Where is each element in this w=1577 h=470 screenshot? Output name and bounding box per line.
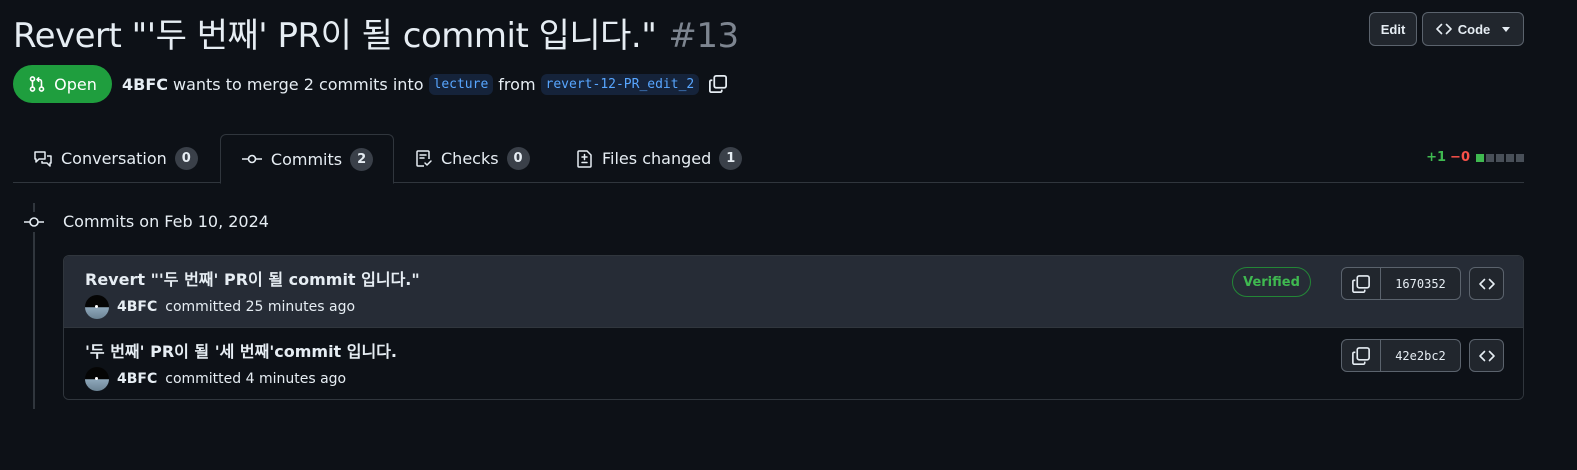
diffstat-block	[1486, 153, 1494, 162]
tab-checks-count: 0	[506, 147, 530, 170]
copy-icon	[1352, 346, 1370, 365]
base-branch[interactable]: lecture	[428, 73, 494, 95]
comment-discussion-icon	[34, 150, 52, 167]
caret-down-icon	[1502, 26, 1511, 32]
code-button[interactable]: Code	[1422, 12, 1524, 46]
code-icon	[1478, 278, 1495, 289]
tab-files-changed-label: Files changed	[602, 149, 712, 168]
tab-files-changed-count: 1	[719, 147, 743, 170]
commit-message-link[interactable]: Revert "'두 번째' PR이 될 commit 입니다."	[85, 266, 420, 290]
commit-meta: 4BFC committed 25 minutes ago	[85, 295, 355, 319]
tab-commits-count: 2	[350, 147, 374, 171]
pr-number: #13	[668, 16, 739, 56]
copy-branch-icon[interactable]	[708, 74, 728, 94]
pr-meta: 4BFC wants to merge 2 commits into lectu…	[122, 71, 728, 97]
commit-author[interactable]: 4BFC	[117, 371, 157, 387]
copy-sha-button[interactable]	[1342, 268, 1381, 299]
tab-conversation-label: Conversation	[61, 149, 167, 168]
tab-files-changed[interactable]: Files changed 1	[576, 134, 743, 183]
commit-sha-group: 42e2bc2	[1341, 339, 1461, 372]
tab-checks-label: Checks	[441, 149, 499, 168]
file-diff-icon	[577, 149, 592, 168]
commit-message-link[interactable]: '두 번째' PR이 될 '세 번째'commit 입니다.	[85, 338, 397, 362]
edit-button[interactable]: Edit	[1369, 12, 1417, 46]
code-icon	[1435, 23, 1452, 35]
avatar[interactable]	[85, 367, 109, 391]
git-pull-request-icon	[29, 76, 45, 92]
tab-checks[interactable]: Checks 0	[415, 134, 530, 183]
avatar[interactable]	[85, 295, 109, 319]
verified-badge[interactable]: Verified	[1232, 267, 1311, 297]
tab-conversation[interactable]: Conversation 0	[33, 134, 198, 183]
commit-row: '두 번째' PR이 될 '세 번째'commit 입니다. 4BFC comm…	[64, 328, 1523, 399]
pr-author-link[interactable]: 4BFC	[122, 75, 168, 94]
commit-row: Revert "'두 번째' PR이 될 commit 입니다." 4BFC c…	[64, 256, 1523, 328]
diffstat-block	[1516, 153, 1524, 162]
browse-repo-button[interactable]	[1469, 339, 1504, 372]
tab-commits[interactable]: Commits 2	[220, 134, 394, 184]
copy-icon	[1352, 274, 1370, 293]
diffstat-deletions: −0	[1450, 150, 1470, 165]
diffstat-additions: +1	[1426, 150, 1447, 165]
commits-date-heading: Commits on Feb 10, 2024	[63, 212, 269, 231]
diffstat: +1 −0	[1426, 150, 1524, 165]
pr-title: Revert "'두 번째' PR이 될 commit 입니다." #13	[13, 8, 739, 58]
pr-tabs: Conversation 0 Commits 2 Checks 0 Files …	[13, 134, 1524, 184]
pr-merge-text: wants to merge 2 commits into	[173, 74, 424, 94]
diffstat-blocks	[1476, 153, 1524, 162]
tab-conversation-count: 0	[174, 147, 198, 170]
commit-author[interactable]: 4BFC	[117, 299, 157, 315]
timeline-line	[33, 203, 35, 409]
diffstat-block	[1506, 153, 1514, 162]
diffstat-block	[1476, 153, 1484, 162]
commit-list: Revert "'두 번째' PR이 될 commit 입니다." 4BFC c…	[63, 255, 1524, 400]
commit-time: committed 4 minutes ago	[165, 371, 347, 387]
tab-commits-label: Commits	[270, 149, 343, 169]
commit-meta: 4BFC committed 4 minutes ago	[85, 367, 346, 391]
copy-sha-button[interactable]	[1342, 340, 1381, 371]
browse-repo-button[interactable]	[1469, 267, 1504, 300]
head-branch[interactable]: revert-12-PR_edit_2	[540, 73, 700, 95]
pr-title-text: Revert "'두 번째' PR이 될 commit 입니다."	[13, 16, 657, 56]
commit-time: committed 25 minutes ago	[165, 299, 356, 315]
code-icon	[1478, 350, 1495, 361]
checklist-icon	[416, 149, 432, 167]
git-commit-icon	[241, 154, 262, 164]
diffstat-block	[1496, 153, 1504, 162]
pr-state-label: Open	[54, 74, 97, 94]
commit-sha-group: 1670352	[1341, 267, 1461, 300]
commit-sha-link[interactable]: 1670352	[1381, 268, 1460, 299]
pr-state-badge: Open	[13, 65, 112, 103]
code-button-label: Code	[1457, 21, 1491, 37]
git-commit-icon	[23, 212, 45, 232]
commit-sha-link[interactable]: 42e2bc2	[1381, 340, 1460, 371]
pr-from-text: from	[498, 74, 536, 94]
